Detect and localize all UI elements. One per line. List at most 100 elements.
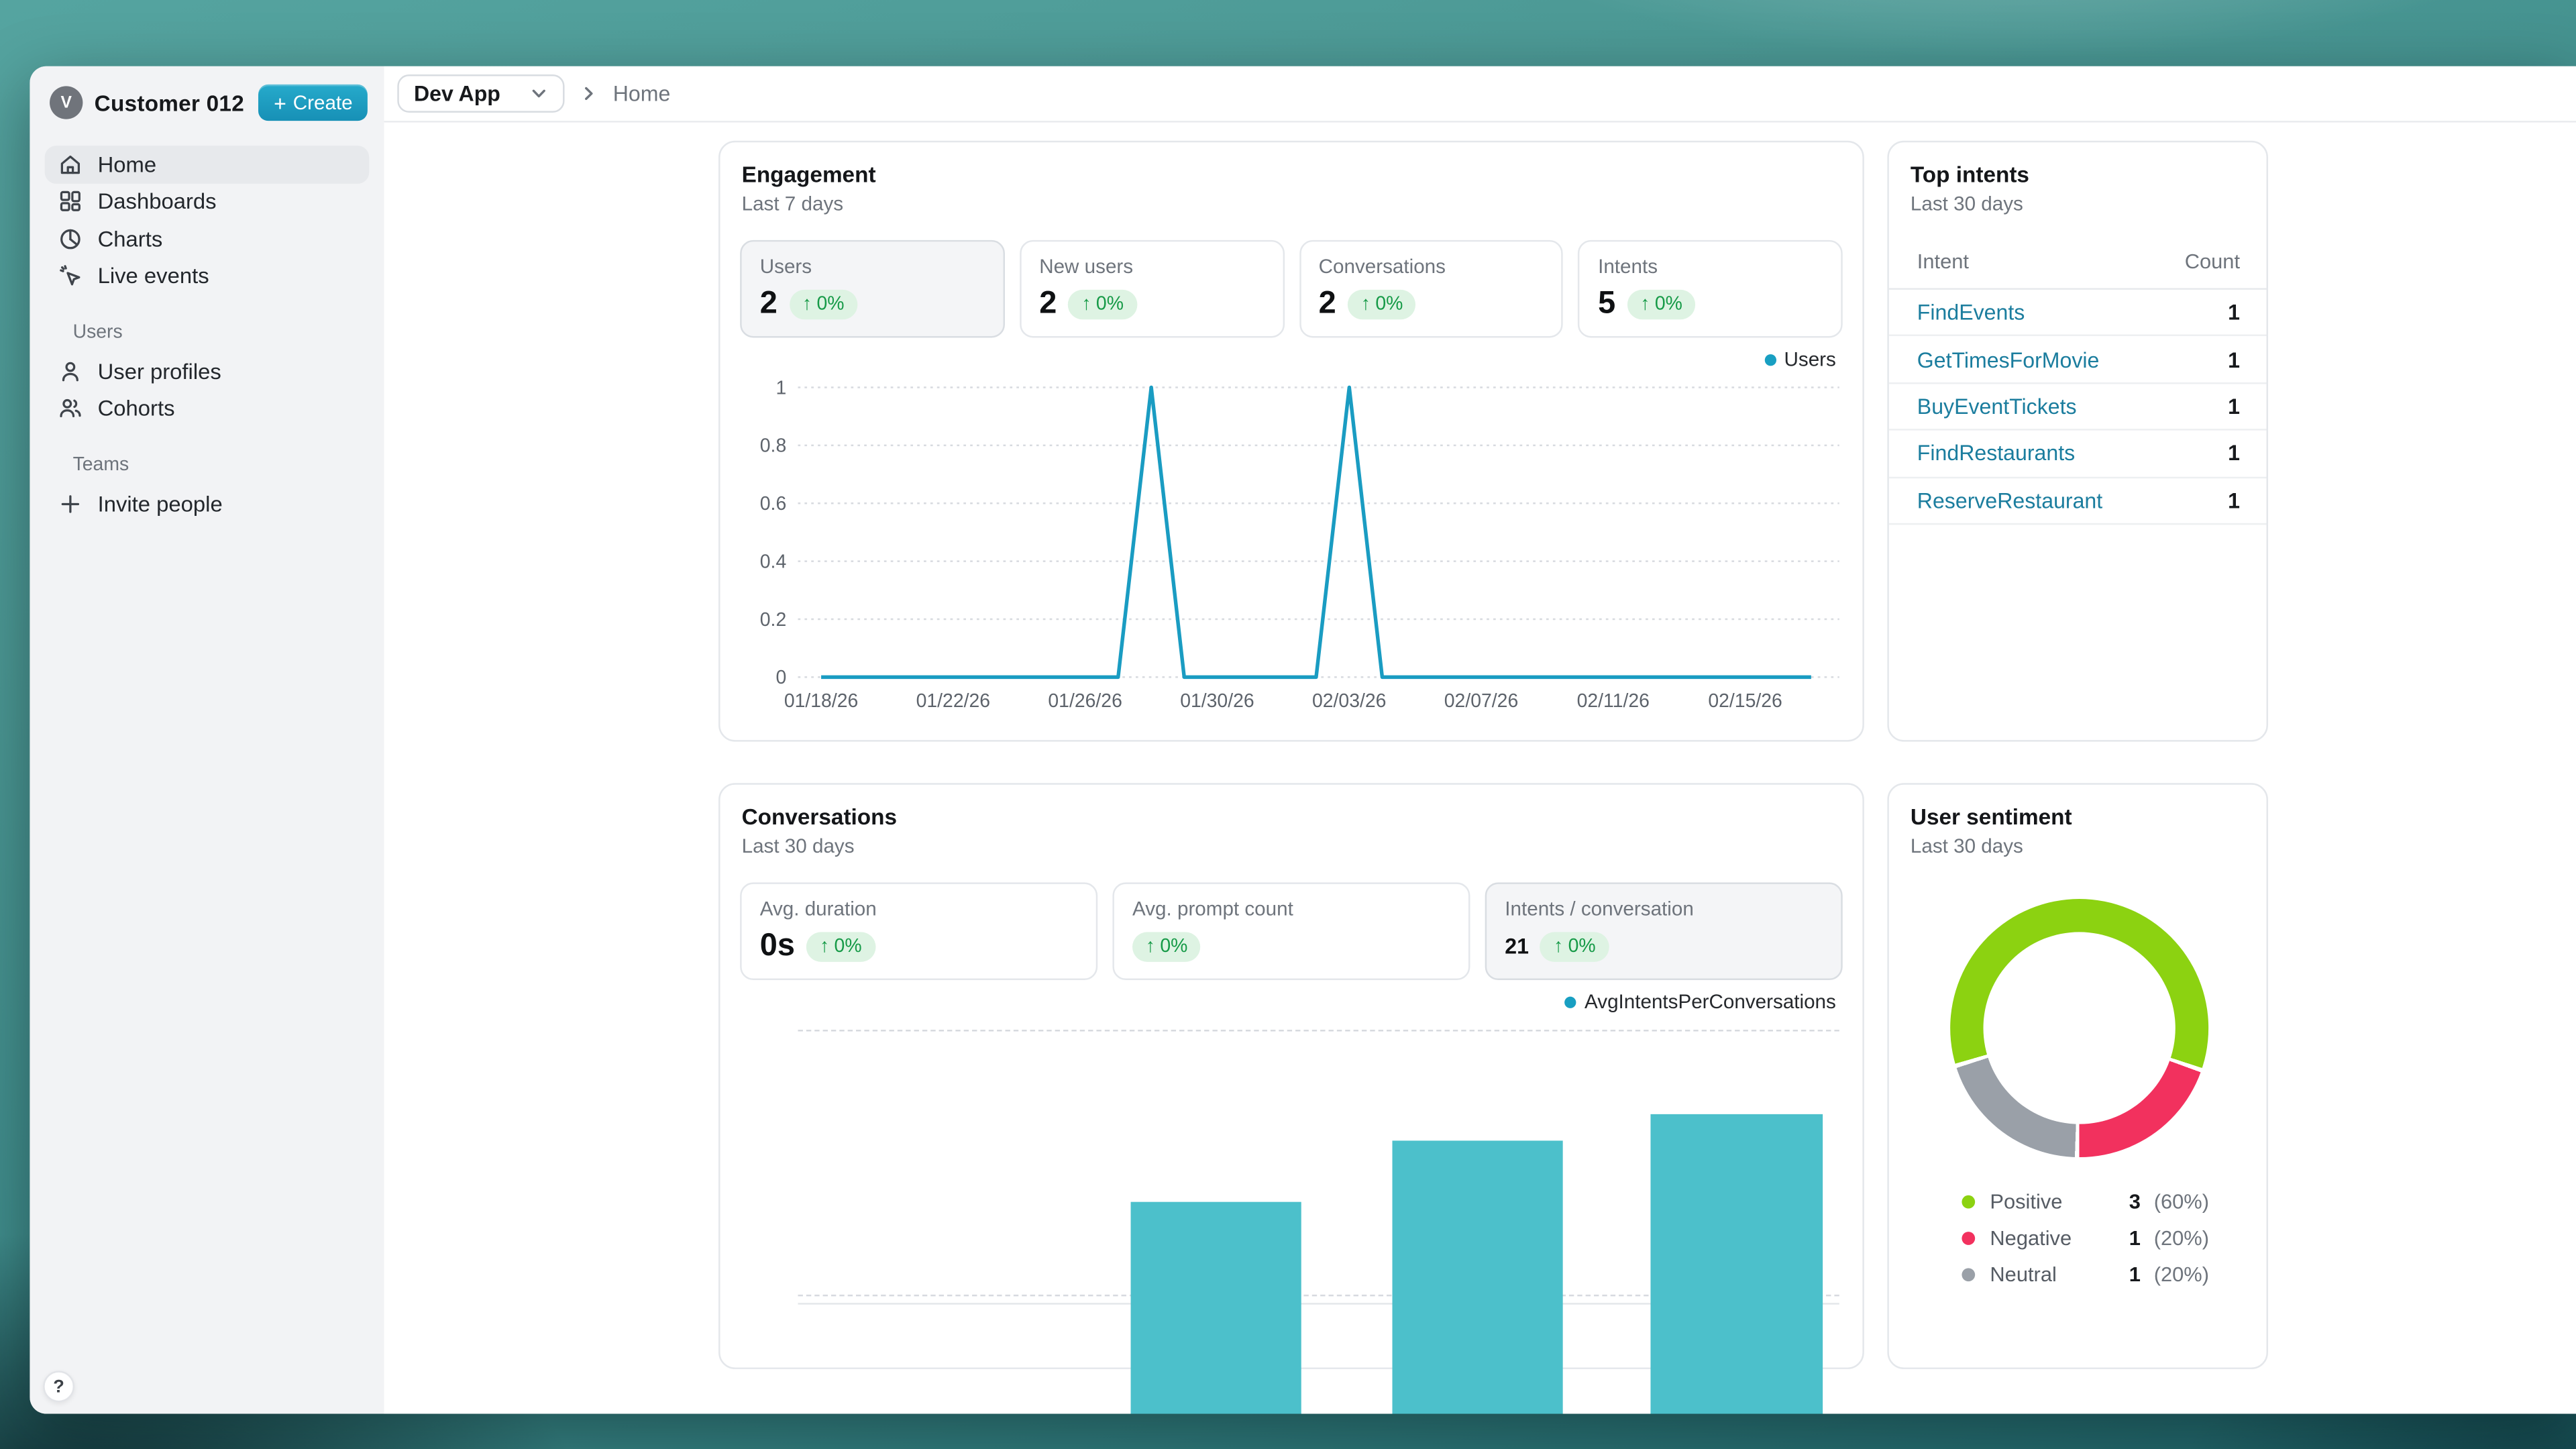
table-row: FindEvents 1 (1889, 290, 2267, 337)
screen: V Customer 012 +Create Home Dashboards C… (0, 0, 2576, 1449)
app-selector-value: Dev App (414, 81, 500, 106)
sidebar-item-label: Live events (98, 264, 209, 288)
stat-card-avg-duration[interactable]: Avg. duration 0s↑0% (740, 882, 1097, 980)
sidebar-section-users: Users (45, 323, 370, 343)
negative-dot-icon (1962, 1232, 1975, 1245)
svg-text:0.4: 0.4 (760, 551, 786, 572)
home-icon (58, 152, 83, 176)
delta-badge: ↑0% (806, 931, 875, 961)
sidebar-item-charts[interactable]: Charts (45, 220, 370, 258)
conversations-subtitle: Last 30 days (742, 835, 1841, 858)
sidebar: V Customer 012 +Create Home Dashboards C… (30, 66, 384, 1414)
help-button[interactable]: ? (43, 1371, 74, 1402)
svg-text:0.6: 0.6 (760, 493, 786, 515)
conversations-card: Conversations Last 30 days Avg. duration… (718, 783, 1864, 1369)
stat-card-intents[interactable]: Intents 5↑0% (1578, 240, 1842, 338)
chevron-right-icon (580, 85, 598, 103)
workspace-header: V Customer 012 +Create (30, 66, 384, 121)
dashboard-content: Engagement Last 7 days Users 2↑0% New us… (384, 123, 2576, 1414)
stat-card-new-users[interactable]: New users 2↑0% (1020, 240, 1284, 338)
sentiment-donut-chart (1950, 899, 2208, 1157)
gridline (798, 1030, 1839, 1031)
intent-link[interactable]: GetTimesForMovie (1917, 347, 2100, 372)
svg-text:02/15/26: 02/15/26 (1708, 690, 1782, 712)
positive-dot-icon (1962, 1195, 1975, 1209)
table-row: BuyEventTickets 1 (1889, 384, 2267, 431)
arrow-up-icon: ↑ (1554, 936, 1563, 957)
sidebar-section-teams: Teams (45, 455, 370, 476)
delta-badge: ↑0% (1627, 289, 1695, 319)
stat-card-users[interactable]: Users 2↑0% (740, 240, 1004, 338)
plus-icon (58, 491, 83, 516)
dashboards-icon (58, 189, 83, 214)
sidebar-item-home[interactable]: Home (45, 146, 370, 183)
stat-card-intents-per-conversation[interactable]: Intents / conversation 21↑0% (1485, 882, 1843, 980)
table-row: ReserveRestaurant 1 (1889, 478, 2267, 525)
bar (1392, 1141, 1562, 1413)
conversations-title: Conversations (742, 804, 1841, 829)
intent-link[interactable]: BuyEventTickets (1917, 394, 2077, 419)
engagement-stats: Users 2↑0% New users 2↑0% Conversations … (740, 240, 1843, 338)
svg-text:01/30/26: 01/30/26 (1180, 690, 1254, 712)
create-button-label: Create (293, 91, 353, 115)
bar (1131, 1201, 1301, 1413)
breadcrumb-home[interactable]: Home (613, 81, 671, 106)
breadcrumb-separator (580, 85, 598, 103)
sidebar-item-live-events[interactable]: Live events (45, 258, 370, 295)
sentiment-legend-row: Negative 1 (20%) (1962, 1225, 2223, 1251)
intent-link[interactable]: FindRestaurants (1917, 441, 2075, 466)
arrow-up-icon: ↑ (820, 936, 829, 957)
intent-link[interactable]: ReserveRestaurant (1917, 488, 2102, 513)
table-row: GetTimesForMovie 1 (1889, 337, 2267, 384)
intent-link[interactable]: FindEvents (1917, 300, 2025, 325)
pie-chart-icon (58, 226, 83, 251)
table-row: FindRestaurants 1 (1889, 431, 2267, 478)
legend-dot-icon (1564, 996, 1576, 1007)
svg-text:0: 0 (775, 667, 786, 688)
sidebar-item-dashboards[interactable]: Dashboards (45, 183, 370, 221)
create-button[interactable]: +Create (259, 85, 368, 121)
sentiment-legend-row: Positive 3 (60%) (1962, 1189, 2223, 1215)
bar-chart-legend: AvgIntentsPerConversations (1564, 990, 1835, 1014)
sidebar-item-label: Charts (98, 226, 163, 251)
sidebar-item-user-profiles[interactable]: User profiles (45, 353, 370, 390)
svg-text:01/18/26: 01/18/26 (784, 690, 858, 712)
arrow-up-icon: ↑ (1361, 294, 1371, 314)
users-line-chart: 00.20.40.60.8101/18/2601/22/2601/26/2601… (720, 374, 1866, 722)
table-header: Intent Count (1889, 250, 2267, 290)
main-area: Dev App Home Engagement Last 7 days (384, 66, 2576, 1414)
engagement-title: Engagement (742, 162, 1841, 187)
app-selector[interactable]: Dev App (397, 74, 565, 113)
sidebar-item-label: Invite people (98, 491, 223, 516)
sidebar-item-cohorts[interactable]: Cohorts (45, 390, 370, 427)
stat-card-conversations[interactable]: Conversations 2↑0% (1299, 240, 1563, 338)
sidebar-item-label: User profiles (98, 359, 221, 384)
workspace-name: Customer 012 (95, 90, 248, 115)
arrow-up-icon: ↑ (802, 294, 812, 314)
users-group-icon (58, 396, 83, 421)
chevron-down-icon (530, 85, 548, 103)
engagement-subtitle: Last 7 days (742, 192, 1841, 215)
stat-card-avg-prompt-count[interactable]: Avg. prompt count ↑0% (1112, 882, 1470, 980)
legend-label: AvgIntentsPerConversations (1585, 990, 1836, 1014)
delta-badge: ↑0% (789, 289, 857, 319)
legend-label: Users (1784, 347, 1836, 371)
user-icon (58, 359, 83, 384)
sidebar-nav: Home Dashboards Charts Live events Users (30, 146, 384, 522)
top-intents-card: Top intents Last 30 days Intent Count Fi… (1887, 141, 2268, 742)
top-intents-subtitle: Last 30 days (1911, 192, 2245, 215)
svg-text:01/22/26: 01/22/26 (916, 690, 990, 712)
sentiment-legend-row: Neutral 1 (20%) (1962, 1262, 2223, 1288)
svg-text:0.2: 0.2 (760, 609, 786, 631)
donut-hole (1984, 932, 2176, 1124)
user-sentiment-card: User sentiment Last 30 days Positive 3 (… (1887, 783, 2268, 1369)
sidebar-item-invite-people[interactable]: Invite people (45, 485, 370, 523)
arrow-up-icon: ↑ (1640, 294, 1650, 314)
workspace-avatar: V (50, 86, 83, 119)
delta-badge: ↑0% (1348, 289, 1416, 319)
top-intents-title: Top intents (1911, 162, 2245, 187)
line-chart-legend: Users (1764, 347, 1836, 371)
svg-text:02/07/26: 02/07/26 (1444, 690, 1518, 712)
conversations-stats: Avg. duration 0s↑0% Avg. prompt count ↑0… (740, 882, 1843, 980)
sidebar-item-label: Home (98, 152, 157, 176)
